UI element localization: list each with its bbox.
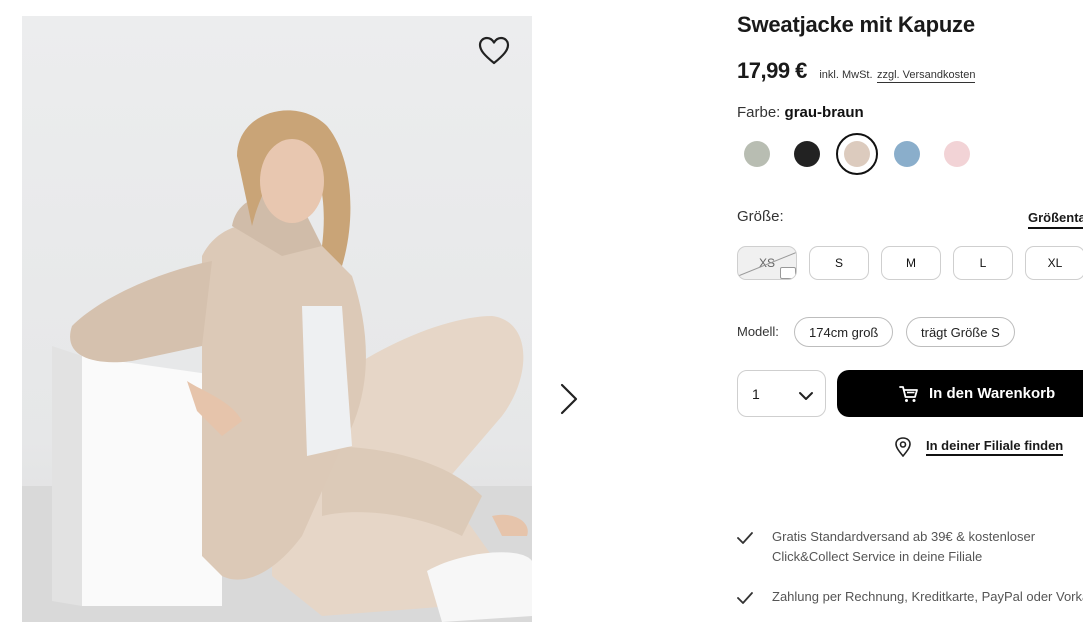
usp-line: Gratis Standardversand ab 39€ & kostenlo… — [772, 529, 1036, 544]
quantity-value: 1 — [752, 386, 760, 402]
price-row: 17,99 € inkl. MwSt. zzgl. Versandkosten — [737, 58, 976, 84]
color-prefix: Farbe: — [737, 104, 781, 121]
size-guide-link[interactable]: Größentabelle — [1028, 210, 1083, 229]
store-finder-label: In deiner Filiale finden — [926, 438, 1064, 456]
color-swatch-green-grey[interactable] — [744, 141, 770, 167]
check-icon — [737, 592, 753, 604]
product-image[interactable] — [22, 16, 532, 622]
check-icon — [737, 532, 753, 544]
color-swatch-grey-brown[interactable] — [836, 133, 878, 175]
notify-mail-icon — [780, 267, 796, 279]
selected-color-name: grau-braun — [784, 104, 864, 121]
size-button-m[interactable]: M — [881, 246, 941, 280]
size-button-s[interactable]: S — [809, 246, 869, 280]
size-label-l: L — [979, 256, 987, 270]
tax-note: inkl. MwSt. — [819, 69, 873, 81]
add-to-cart-button[interactable]: In den Warenkorb — [837, 370, 1083, 417]
model-height-pill: 174cm groß — [794, 317, 894, 347]
shipping-cost-link[interactable]: zzgl. Versandkosten — [877, 69, 976, 83]
size-label-s: S — [834, 256, 843, 270]
cart-icon — [899, 385, 918, 402]
usp-text: Gratis Standardversand ab 39€ & kostenlo… — [772, 527, 1035, 567]
size-button-l[interactable]: L — [953, 246, 1013, 280]
color-swatch-pink[interactable] — [944, 141, 970, 167]
color-swatch-blue[interactable] — [894, 141, 920, 167]
size-label: Größe: — [737, 208, 784, 225]
usp-line: Click&Collect Service in deine Filiale — [772, 549, 983, 564]
size-button-xl[interactable]: XL — [1025, 246, 1083, 280]
size-label-m: M — [906, 256, 916, 270]
add-to-cart-label: In den Warenkorb — [929, 385, 1056, 402]
usp-payment: Zahlung per Rechnung, Kreditkarte, PayPa… — [737, 587, 1083, 607]
model-size-pill: trägt Größe S — [906, 317, 1015, 347]
product-photo — [22, 110, 532, 622]
gallery-next-chevron-right-icon[interactable] — [556, 382, 582, 416]
size-label-xl: XL — [1047, 256, 1063, 270]
product-price: 17,99 € — [737, 58, 807, 83]
size-button-xs[interactable]: XS — [737, 246, 797, 280]
wishlist-heart-icon[interactable] — [478, 36, 510, 66]
location-pin-icon — [895, 437, 911, 457]
color-swatch-black[interactable] — [794, 141, 820, 167]
store-finder-link[interactable]: In deiner Filiale finden — [894, 437, 1064, 457]
quantity-select[interactable]: 1 — [737, 370, 826, 417]
model-label: Modell: — [737, 324, 779, 339]
chevron-down-icon — [798, 388, 814, 406]
color-label: Farbe: grau-braun — [737, 104, 864, 121]
usp-line: Zahlung per Rechnung, Kreditkarte, PayPa… — [772, 589, 1083, 604]
product-title: Sweatjacke mit Kapuze — [737, 12, 975, 37]
usp-free-shipping: Gratis Standardversand ab 39€ & kostenlo… — [737, 527, 1035, 567]
